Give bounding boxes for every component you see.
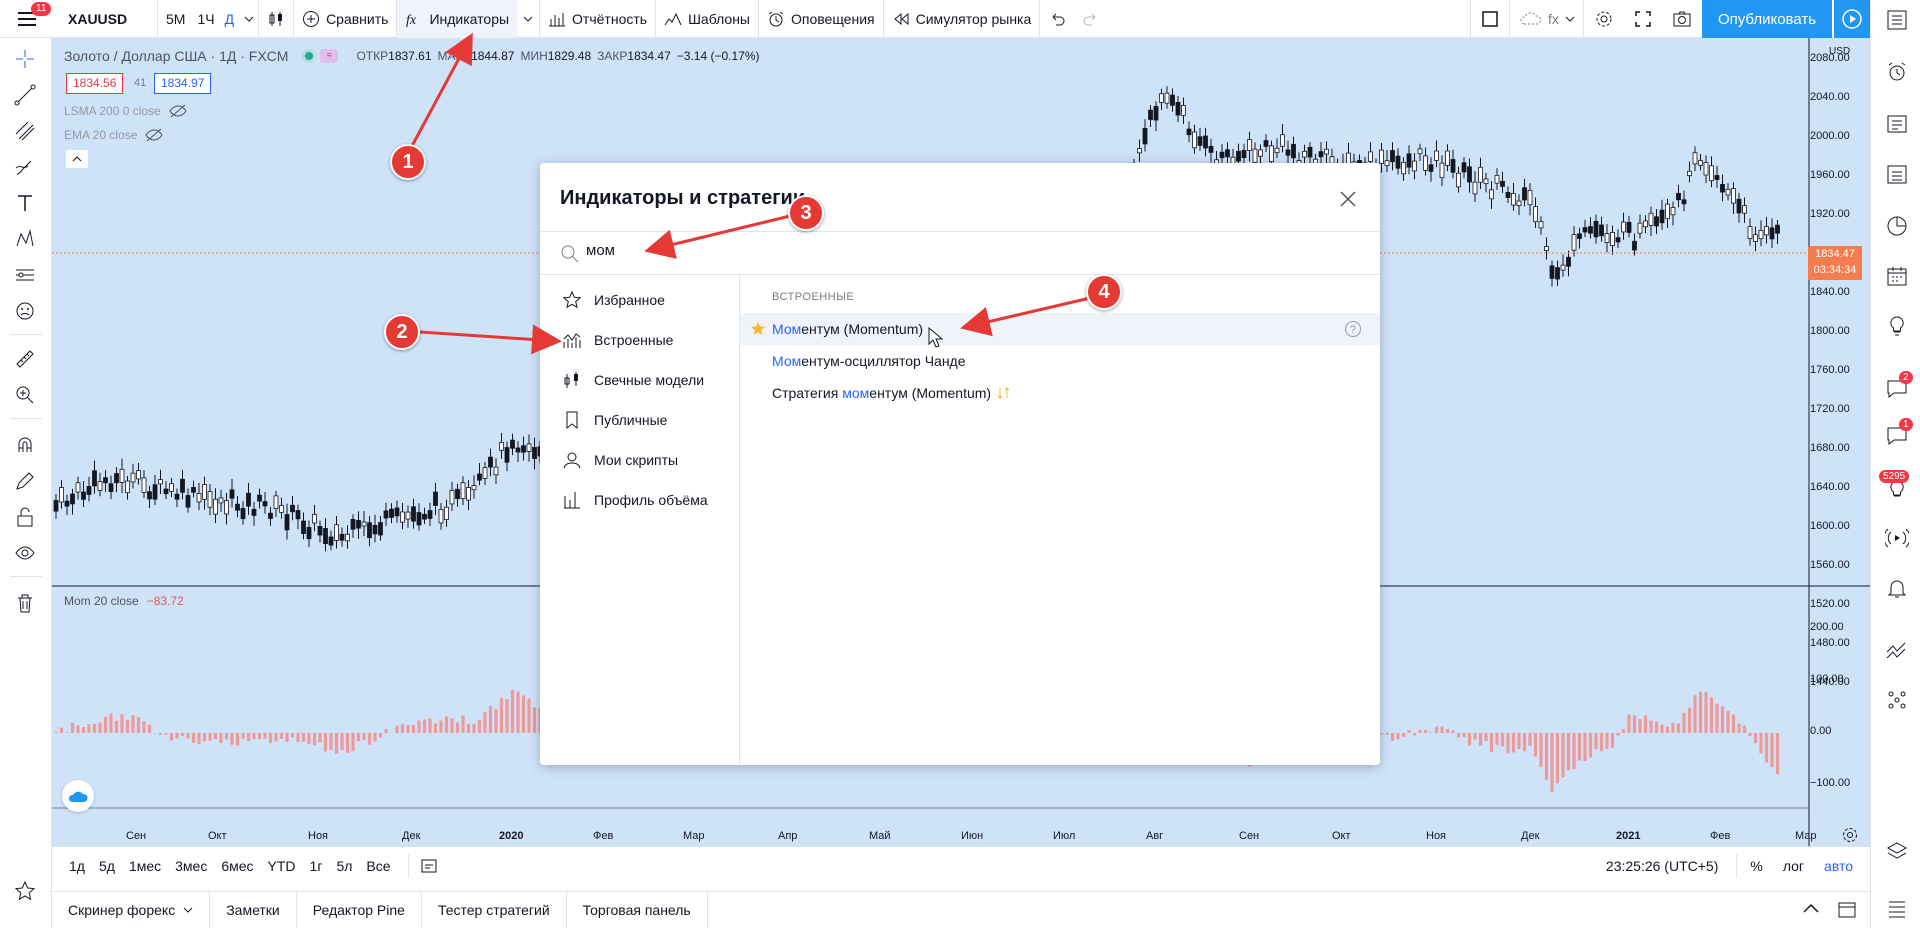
- ideas-count-badge: 5295: [1879, 470, 1910, 483]
- trading-ideas-button[interactable]: [1883, 636, 1911, 664]
- streams-button[interactable]: 5295: [1879, 470, 1911, 504]
- calendar-button[interactable]: [1883, 262, 1911, 290]
- watchlist-button[interactable]: [1883, 6, 1911, 34]
- chat-badge: 1: [1899, 418, 1913, 431]
- layers-button[interactable]: [1883, 838, 1911, 866]
- chats-button[interactable]: 2: [1883, 371, 1913, 403]
- stack-icon: [1889, 901, 1905, 918]
- ideas-stream-button[interactable]: [1883, 212, 1911, 240]
- chart-up-icon: [1886, 642, 1906, 659]
- chat-badge: 2: [1899, 371, 1913, 384]
- clock-pie-icon: [1887, 216, 1907, 236]
- lightbulb-icon: [1890, 316, 1904, 336]
- annotation-3: 3: [788, 195, 824, 231]
- annotation-arrows: [410, 32, 1091, 355]
- annotation-4: 4: [1086, 274, 1122, 310]
- tree-icon: [1888, 691, 1906, 709]
- bell-icon: [1887, 580, 1907, 598]
- annotation-1: 1: [390, 144, 426, 180]
- broadcast-button[interactable]: [1883, 524, 1911, 552]
- widget-toolbar: 2 1 5295: [1870, 0, 1920, 928]
- data-window-button[interactable]: [1883, 110, 1911, 138]
- annotation-2: 2: [384, 314, 420, 350]
- broadcast-icon: [1885, 528, 1909, 548]
- layers-icon: [1886, 842, 1908, 859]
- alarm-clock-icon: [1888, 62, 1906, 81]
- calendar-list-icon: [1887, 165, 1907, 184]
- list-icon: [1887, 10, 1907, 30]
- notifications-button[interactable]: [1883, 574, 1911, 602]
- hotlist-button[interactable]: [1883, 160, 1911, 188]
- alerts-panel-button[interactable]: [1883, 58, 1911, 86]
- data-window-icon: [1887, 115, 1907, 133]
- calendar-icon: [1887, 267, 1907, 286]
- object-tree-button[interactable]: [1883, 686, 1911, 714]
- private-chats-button[interactable]: 1: [1883, 418, 1913, 450]
- help-button[interactable]: [1883, 894, 1911, 922]
- ideas-button[interactable]: [1883, 312, 1911, 340]
